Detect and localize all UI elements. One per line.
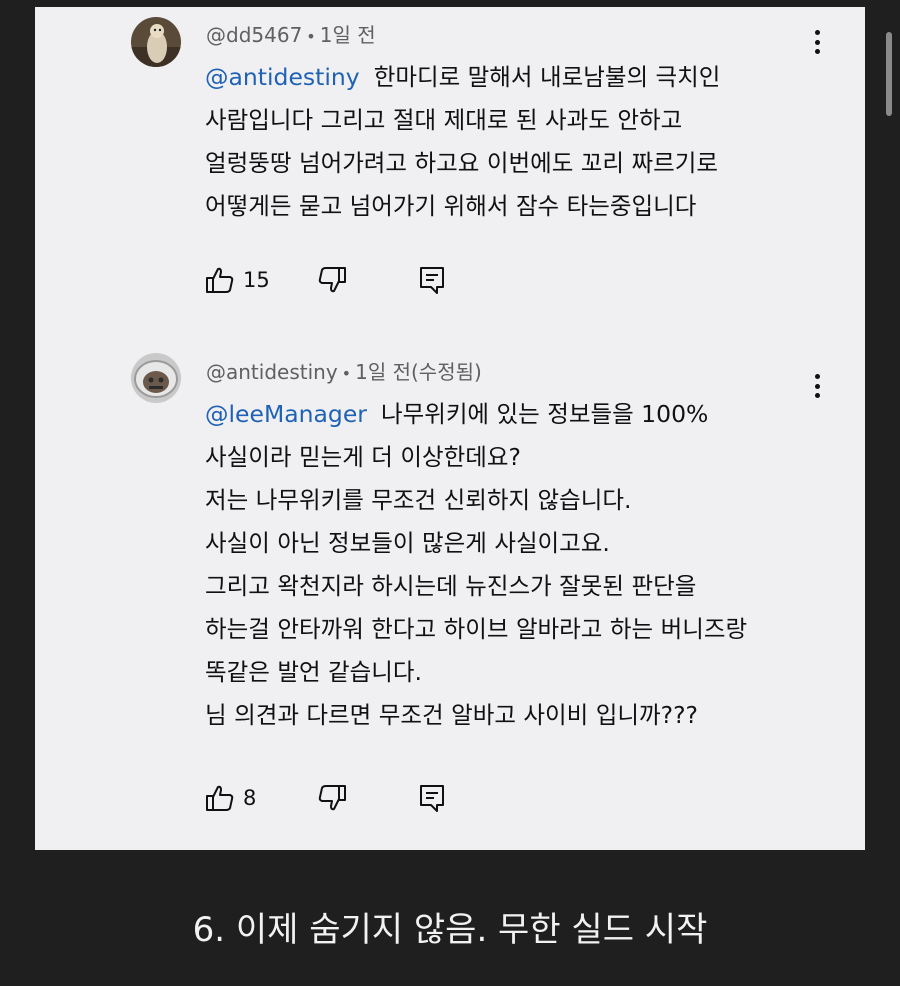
comment-body: @antidestiny 한마디로 말해서 내로남불의 극치인 사람입니다 그리고…	[205, 56, 845, 228]
more-vertical-icon[interactable]	[809, 27, 825, 57]
comment-line: 사실이 아닌 정보들이 많은게 사실이고요.	[205, 529, 610, 557]
avatar[interactable]	[131, 353, 181, 403]
comment-line: 하는걸 안타까워 한다고 하이브 알바라고 하는 버니즈랑	[205, 615, 748, 643]
comment-meta: @dd5467 • 1일 전	[206, 21, 376, 51]
comment-line: @leeManager 나무위키에 있는 정보들을 100%	[205, 400, 709, 428]
mention-link[interactable]: @antidestiny	[205, 63, 360, 91]
meta-separator: •	[306, 27, 316, 46]
reply-icon	[417, 783, 447, 813]
thumbs-down-icon	[317, 783, 347, 813]
comment-line: 사실이라 믿는게 더 이상한데요?	[205, 443, 521, 471]
meta-separator: •	[341, 364, 352, 383]
like-button[interactable]: 15	[205, 265, 270, 295]
comment-line: 님 의견과 다르면 무조건 알바고 사이비 입니까???	[205, 701, 699, 729]
mention-link[interactable]: @leeManager	[205, 400, 367, 428]
like-button[interactable]: 8	[205, 783, 256, 813]
comment-time: 1일 전	[319, 23, 376, 47]
comment-body: @leeManager 나무위키에 있는 정보들을 100% 사실이라 믿는게 더…	[205, 393, 845, 737]
comment-line: 저는 나무위키를 무조건 신뢰하지 않습니다.	[205, 486, 632, 514]
thumbs-down-icon	[317, 265, 347, 295]
comment-line: 똑같은 발언 같습니다.	[205, 658, 422, 686]
comment-line: 어떻게든 묻고 넘어가기 위해서 잠수 타는중입니다	[205, 192, 697, 220]
comment-actions: 15	[205, 265, 505, 301]
caption: 6. 이제 숨기지 않음. 무한 실드 시작	[192, 910, 708, 950]
comment-line: 그리고 왁천지라 하시는데 뉴진스가 잘못된 판단을	[205, 572, 697, 600]
comment-author[interactable]: @antidestiny	[206, 360, 338, 384]
thumbs-up-icon	[205, 783, 235, 813]
like-count: 8	[243, 786, 257, 810]
thumbs-up-icon	[205, 265, 235, 295]
dislike-button[interactable]	[317, 265, 347, 295]
comment-line: @antidestiny 한마디로 말해서 내로남불의 극치인	[205, 63, 721, 91]
comment-line: 사람입니다 그리고 절대 제대로 된 사과도 안하고	[205, 106, 683, 134]
reply-button[interactable]	[417, 265, 447, 295]
comment-meta: @antidestiny • 1일 전(수정됨)	[206, 358, 482, 388]
reply-button[interactable]	[417, 783, 447, 813]
comments-panel: @dd5467 • 1일 전 @antidestiny 한마디로 말해서 내로남불의 …	[35, 7, 865, 850]
comment-time: 1일 전(수정됨)	[355, 360, 482, 384]
comment-line: 얼렁뚱땅 넘어가려고 하고요 이번에도 꼬리 짜르기로	[205, 149, 718, 177]
comment-actions: 8	[205, 783, 505, 819]
avatar[interactable]	[131, 17, 181, 67]
reply-icon	[417, 265, 447, 295]
like-count: 15	[243, 268, 270, 292]
scrollbar[interactable]	[886, 32, 892, 116]
comment-author[interactable]: @dd5467	[206, 23, 302, 47]
dislike-button[interactable]	[317, 783, 347, 813]
